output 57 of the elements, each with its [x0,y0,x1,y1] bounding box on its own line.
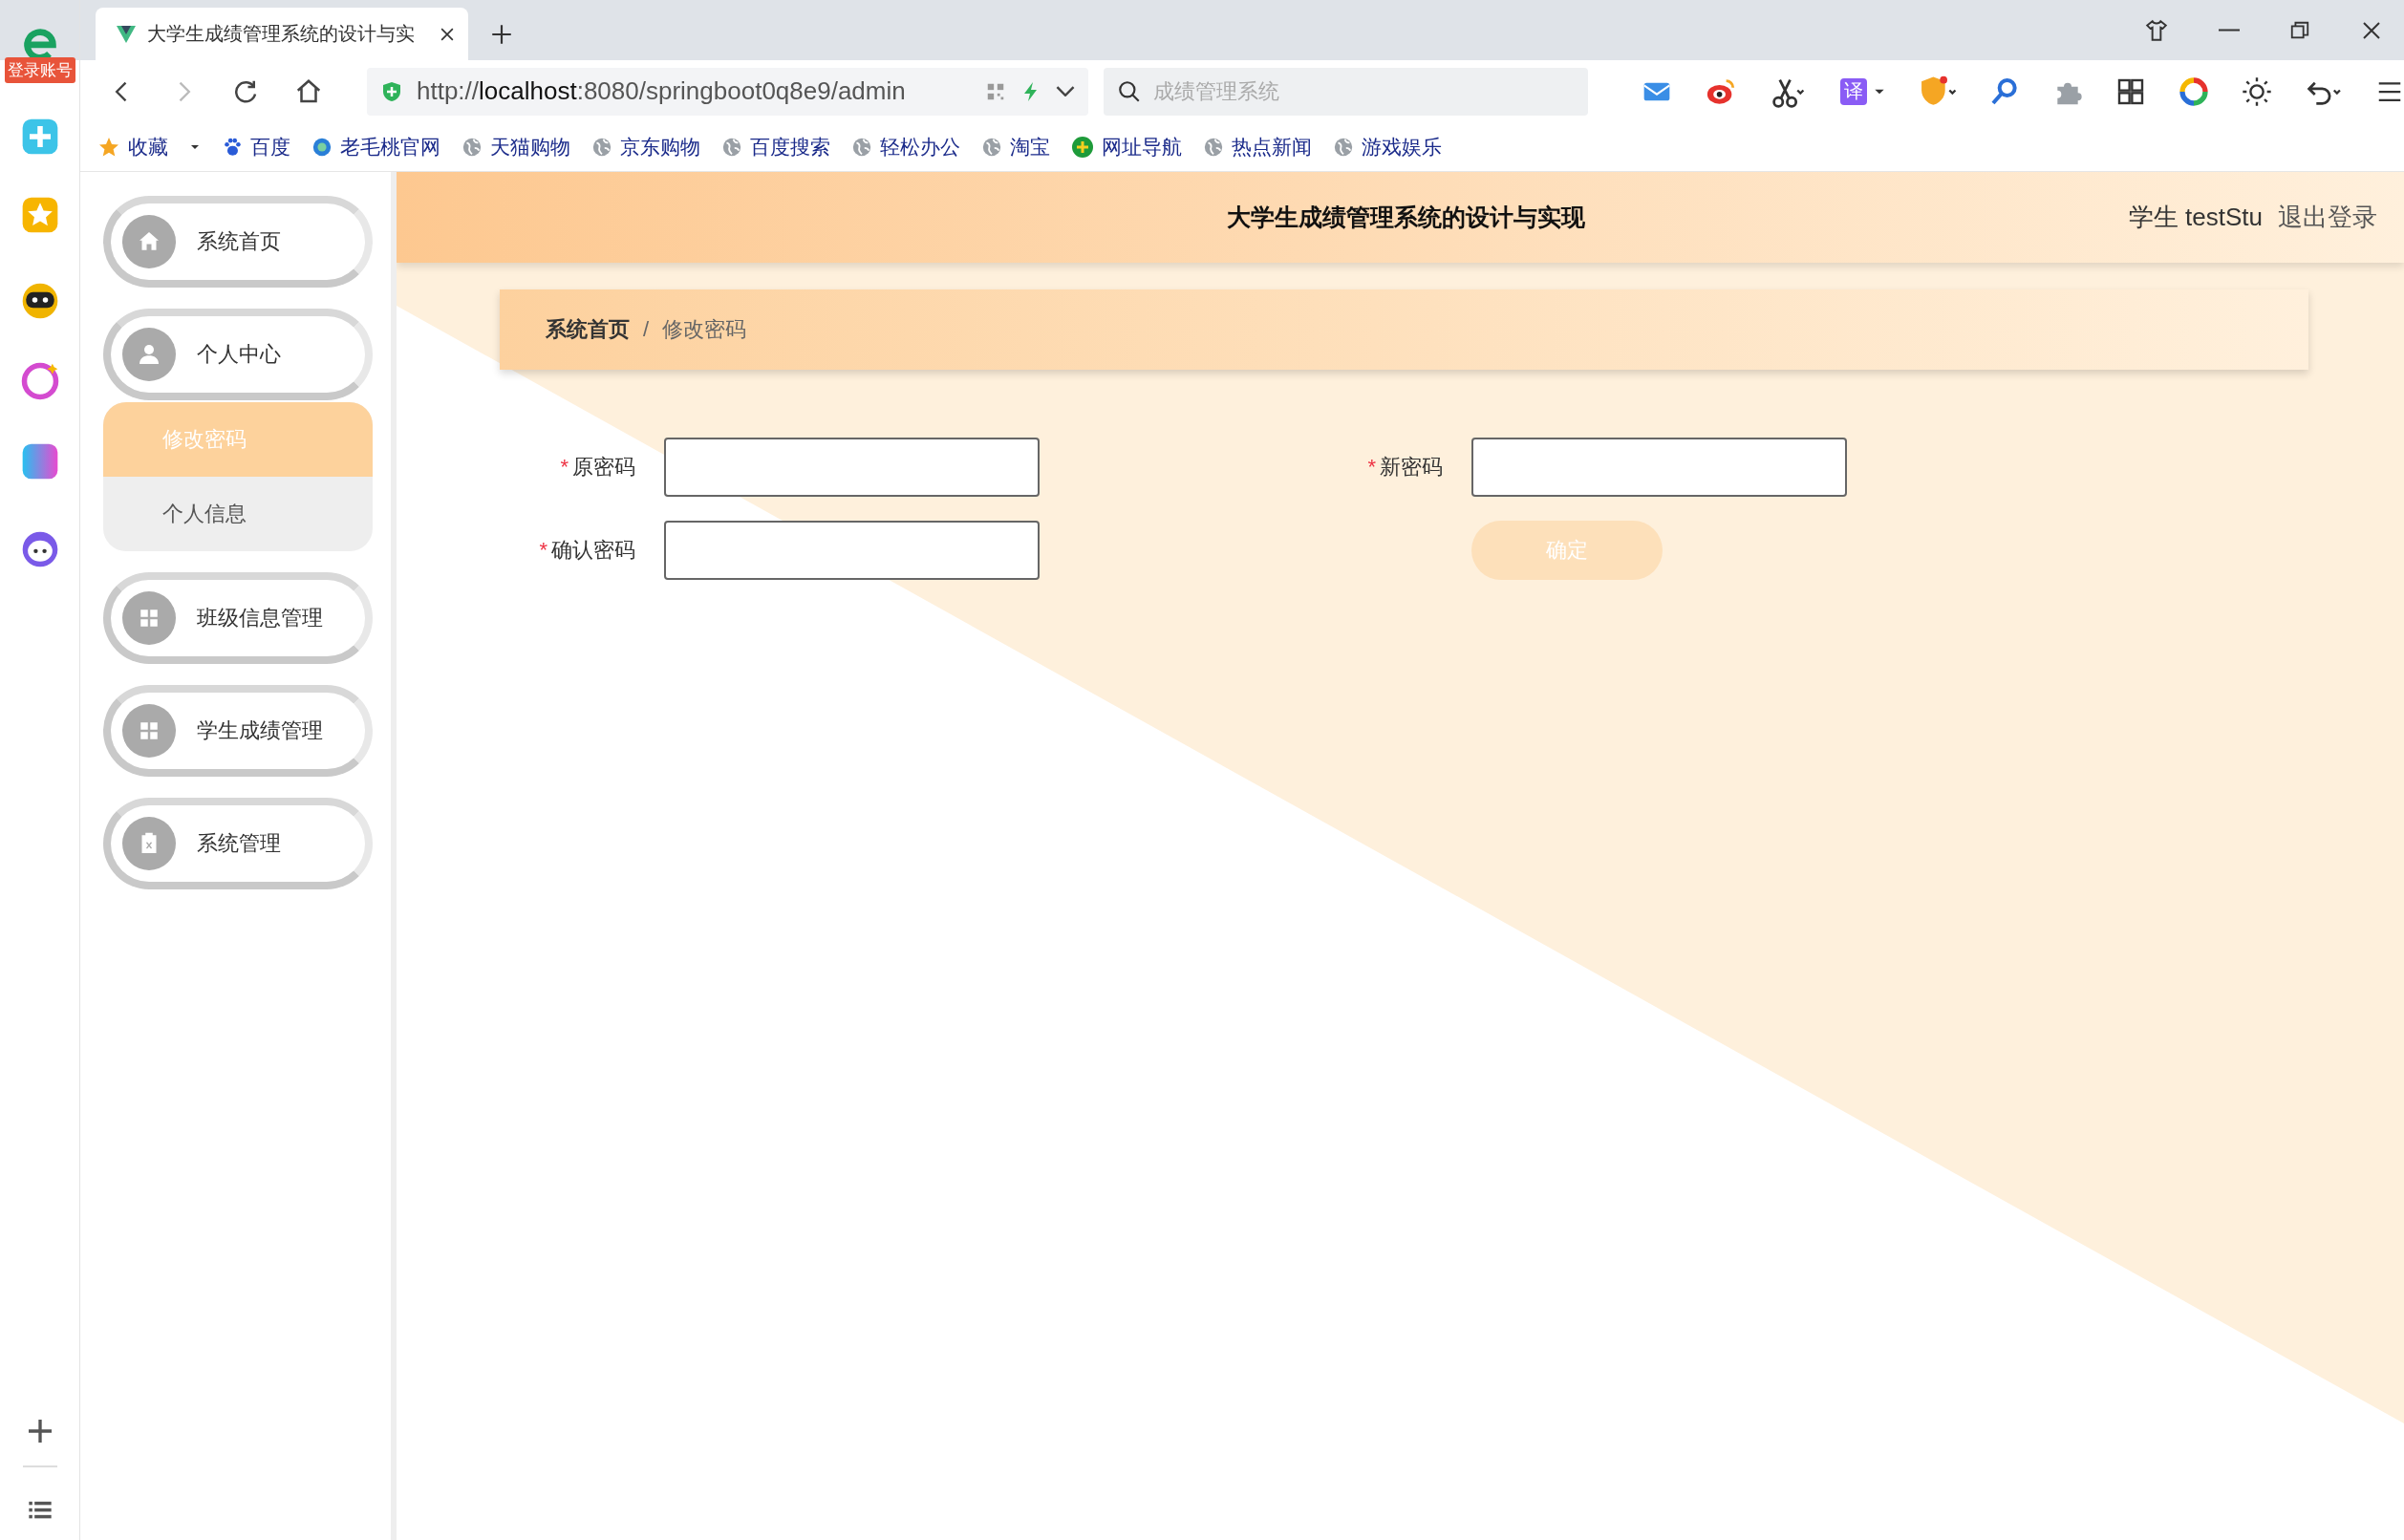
user-label: 学生 testStu [2128,202,2263,233]
site-title: 大学生成绩管理系统的设计与实现 [1225,203,1586,232]
bookmark[interactable]: 老毛桃官网 [311,133,440,160]
field-label: 确认密码 [551,537,635,564]
color-ring-icon [2179,75,2209,107]
required-mark: * [560,455,569,480]
field-label: 新密码 [1380,454,1443,481]
required-mark: * [1367,455,1376,480]
menu-item[interactable]: 系统管理 [103,798,373,889]
search-field[interactable]: 成绩管理系统 [1104,67,1588,116]
password-field[interactable] [664,438,1040,497]
bookmark[interactable]: 百度搜索 [721,133,830,160]
chevron-down-icon[interactable] [1056,86,1076,96]
submenu-item[interactable]: 个人信息 [103,477,373,551]
login-badge[interactable]: 登录账号 [4,57,75,83]
globe-icon [981,136,1002,158]
tab-title: 大学生成绩管理系统的设计与实 [147,22,416,46]
bookmark[interactable]: 轻松办公 [851,133,960,160]
browser-tab[interactable]: 大学生成绩管理系统的设计与实 [96,8,468,60]
key-icon [1989,75,2020,107]
secure-shield-icon [380,79,403,103]
bookmark[interactable]: 天猫购物 [461,133,570,160]
bookmark[interactable]: 淘宝 [981,133,1050,160]
breadcrumb-item: 修改密码 [662,316,747,343]
bookmark[interactable]: 收藏 [97,133,168,160]
brightness-icon [2242,75,2272,107]
menu-item[interactable]: 个人中心 [103,309,373,400]
bookmark[interactable]: 热点新闻 [1203,133,1312,160]
breadcrumb-item[interactable]: 系统首页 [546,315,630,344]
field-label: 原密码 [572,454,635,481]
new-tab-icon [489,22,514,47]
globe-icon [1333,136,1354,158]
globe-icon [311,136,333,158]
address-bar[interactable]: http://localhost:8080/springboot0q8e9/admin [367,67,1089,116]
bookmark[interactable]: 百度 [222,133,290,160]
password-field[interactable] [1471,438,1847,497]
restore-icon [2289,19,2310,41]
menu-item[interactable]: 班级信息管理 [103,572,373,664]
globe-icon [721,136,742,158]
paw-icon [222,136,243,158]
globe-icon [591,136,612,158]
minimize-icon[interactable] [2219,29,2240,32]
required-mark: * [539,538,547,563]
plus-icon [1071,135,1094,159]
menu-item[interactable]: 系统首页 [103,196,373,288]
logout-link[interactable]: 退出登录 [2278,201,2377,234]
shirt-icon [2144,17,2169,43]
password-field[interactable] [664,521,1040,580]
breadcrumb-separator: / [643,317,650,342]
bookmark[interactable]: 网址导航 [1071,133,1182,160]
menu-item[interactable]: 学生成绩管理 [103,685,373,777]
globe-icon [851,136,872,158]
globe-icon [461,136,483,158]
bookmark[interactable]: 游戏娱乐 [1333,133,1442,160]
bookmark[interactable]: 京东购物 [591,133,700,160]
translate-button[interactable]: 译 [1840,77,1867,105]
globe-icon [1203,136,1224,158]
